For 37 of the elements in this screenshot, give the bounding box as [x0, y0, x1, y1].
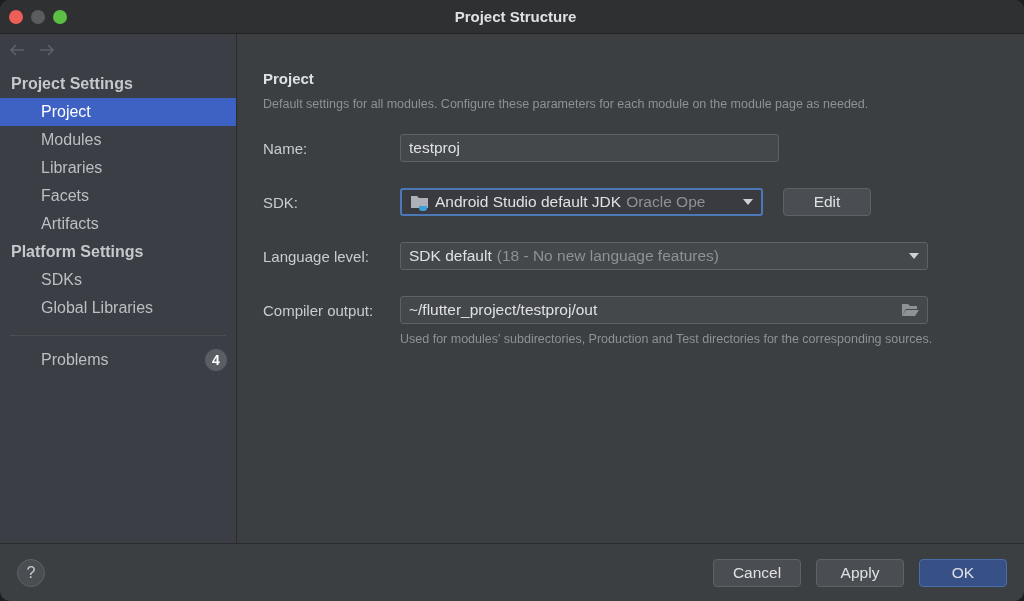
path-field[interactable]: ~/flutter_project/testproj/out: [400, 296, 928, 324]
field-label: Compiler output:: [263, 301, 375, 319]
description-text: Default settings for all modules. Configure these parameters for each module on the module page as needed.: [263, 97, 870, 111]
sidebar-item[interactable]: Facets: [0, 182, 236, 210]
section-heading: Platform Settings: [10, 242, 145, 262]
dropdown-field[interactable]: SDK default (18 - No new language features): [400, 242, 928, 270]
folder-icon: [410, 193, 430, 211]
field-label: SDK:: [263, 193, 299, 211]
text-field[interactable]: testproj: [400, 134, 779, 162]
folder-icon[interactable]: [901, 303, 919, 317]
dialog-button[interactable]: OK: [919, 558, 1007, 587]
sidebar-item[interactable]: Modules: [0, 126, 236, 154]
forward-arrow-icon[interactable]: [39, 44, 54, 56]
field-label: Name:: [263, 139, 309, 157]
help-button[interactable]: ?: [17, 558, 45, 587]
sidebar-item[interactable]: Project: [0, 98, 236, 126]
dialog-button[interactable]: Apply: [816, 558, 904, 587]
sidebar-item[interactable]: Libraries: [0, 154, 236, 182]
sidebar-item[interactable]: Problems: [41, 351, 109, 369]
sidebar-item[interactable]: Global Libraries: [0, 294, 236, 322]
count-badge: 4: [205, 349, 227, 371]
sidebar-item[interactable]: Artifacts: [0, 210, 236, 238]
field-label: Language level:: [263, 247, 370, 265]
zoom-button[interactable]: [53, 9, 67, 24]
dropdown-caret-icon: [743, 199, 753, 205]
window-title: Project Structure: [454, 8, 578, 25]
hint-text: Used for modules' subdirectories, Production and Test directories for the corresponding sources.: [400, 332, 934, 346]
section-title: Project: [263, 70, 315, 87]
dialog-button[interactable]: Cancel: [713, 558, 801, 587]
back-arrow-icon[interactable]: [10, 44, 25, 56]
minimize-button[interactable]: [31, 9, 45, 24]
dropdown-caret-icon: [909, 253, 919, 259]
section-heading: Project Settings: [10, 74, 134, 94]
dropdown-field[interactable]: Android Studio default JDK Oracle Ope: [400, 188, 763, 216]
close-button[interactable]: [9, 9, 23, 24]
edit-button[interactable]: Edit: [783, 188, 871, 216]
sidebar-item[interactable]: SDKs: [0, 266, 236, 294]
